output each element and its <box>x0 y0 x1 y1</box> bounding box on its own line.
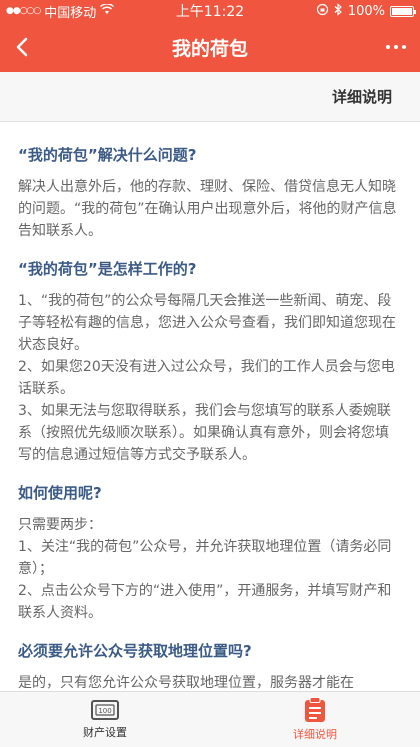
orientation-lock-icon <box>316 3 329 20</box>
tab-label: 详细说明 <box>293 728 337 741</box>
faq-answer: 1、“我的荷包”的公众号每隔几天会推送一些新闻、萌宠、段子等轻松有趣的信息，您进… <box>18 290 402 466</box>
tab-label: 财产设置 <box>83 726 127 739</box>
faq-answer: 是的，只有您允许公众号获取地理位置，服务器才能在 <box>18 672 402 691</box>
faq-answer-paragraph: 只需要两步： <box>18 517 102 533</box>
tab-bar: 100 财产设置 详细说明 <box>0 691 420 747</box>
faq-answer-paragraph: 是的，只有您允许公众号获取地理位置，服务器才能在 <box>18 675 354 691</box>
section-header: 详细说明 <box>0 72 420 122</box>
faq-content[interactable]: “我的荷包”解决什么问题? 解决人出意外后，他的存款、理财、保险、借贷信息无人知… <box>0 122 420 691</box>
nav-bar: 我的荷包 <box>0 22 420 72</box>
status-bar: ●●○○○ 中国移动 上午11:22 100% <box>0 0 420 22</box>
faq-answer-paragraph: 解决人出意外后，他的存款、理财、保险、借贷信息无人知晓的问题。“我的荷包”在确认… <box>18 179 397 239</box>
faq-answer-paragraph: 1、关注“我的荷包”公众号，并允许获取地理位置（请务必同意）； <box>18 539 392 577</box>
page-title: 我的荷包 <box>171 37 248 60</box>
faq-answer: 只需要两步： 1、关注“我的荷包”公众号，并允许获取地理位置（请务必同意）； 2… <box>18 514 402 624</box>
section-header-label: 详细说明 <box>331 88 392 106</box>
bluetooth-icon <box>334 2 343 20</box>
battery-percent: 100% <box>347 3 385 19</box>
faq-answer-paragraph: 1、“我的荷包”的公众号每隔几天会推送一些新闻、萌宠、段子等轻松有趣的信息，您进… <box>18 293 396 353</box>
more-dots-icon <box>386 45 390 49</box>
chevron-left-icon <box>16 37 28 57</box>
faq-question: “我的荷包”是怎样工作的? <box>18 260 197 278</box>
faq-answer: 解决人出意外后，他的存款、理财、保险、借贷信息无人知晓的问题。“我的荷包”在确认… <box>18 176 402 242</box>
faq-question: “我的荷包”解决什么问题? <box>18 146 197 164</box>
faq-answer-paragraph: 3、如果无法与您取得联系，我们会与您填写的联系人委婉联系（按照优先级顺次联系）。… <box>18 403 391 463</box>
faq-item: “我的荷包”解决什么问题? 解决人出意外后，他的存款、理财、保险、借贷信息无人知… <box>18 144 402 242</box>
more-button[interactable] <box>372 22 420 72</box>
status-right: 100% <box>316 2 416 20</box>
back-button[interactable] <box>0 22 44 72</box>
faq-question: 如何使用呢? <box>18 484 102 502</box>
faq-answer-paragraph: 2、如果您20天没有进入过公众号，我们的工作人员会与您电话联系。 <box>18 359 395 397</box>
faq-item: “我的荷包”是怎样工作的? 1、“我的荷包”的公众号每隔几天会推送一些新闻、萌宠… <box>18 258 402 466</box>
battery-icon <box>390 5 416 17</box>
faq-question: 必须要允许公众号获取地理位置吗? <box>18 642 252 660</box>
tab-details[interactable]: 详细说明 <box>210 692 420 747</box>
svg-text:100: 100 <box>98 707 111 715</box>
faq-item: 必须要允许公众号获取地理位置吗? 是的，只有您允许公众号获取地理位置，服务器才能… <box>18 640 402 691</box>
clipboard-icon <box>305 697 325 722</box>
faq-item: 如何使用呢? 只需要两步： 1、关注“我的荷包”公众号，并允许获取地理位置（请务… <box>18 482 402 624</box>
tab-asset-settings[interactable]: 100 财产设置 <box>0 692 210 747</box>
faq-answer-paragraph: 2、点击公众号下方的“进入使用”，开通服务，并填写财产和联系人资料。 <box>18 583 392 621</box>
wallet-icon: 100 <box>91 700 119 720</box>
